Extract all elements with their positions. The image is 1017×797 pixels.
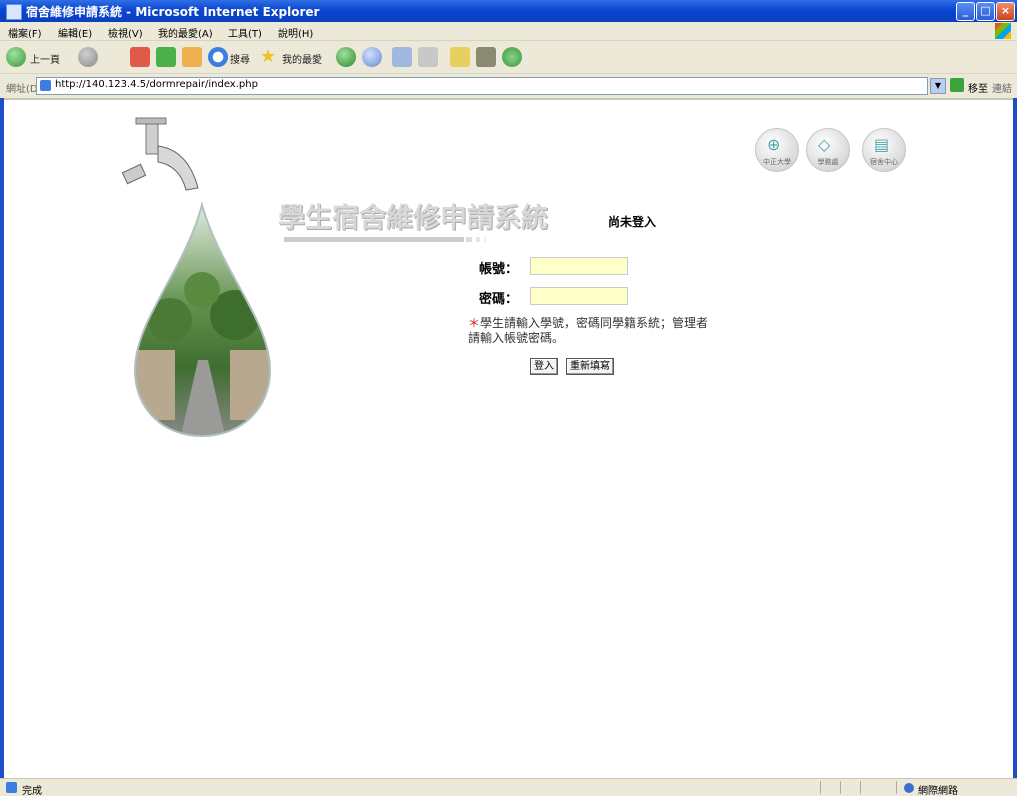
faucet-icon (121, 117, 199, 191)
university-link-button[interactable]: ⊕ 中正大學 (755, 128, 799, 172)
go-button[interactable]: 移至 (968, 80, 988, 95)
folder-icon (450, 47, 470, 67)
forward-button[interactable] (78, 47, 108, 67)
university-caption: 中正大學 (763, 158, 791, 166)
reset-button[interactable]: 重新填寫 (566, 358, 614, 375)
media-icon (336, 47, 356, 67)
status-bar: 完成 網際網路 (0, 778, 1017, 797)
links-button[interactable]: 連結 (992, 80, 1012, 95)
menu-bar: 檔案(F) 編輯(E) 檢視(V) 我的最愛(A) 工具(T) 說明(H) (0, 22, 1017, 41)
login-button[interactable]: 登入 (530, 358, 558, 375)
stop-button[interactable] (130, 47, 150, 67)
printer-icon (418, 47, 438, 67)
discuss-button[interactable] (476, 47, 496, 67)
back-label: 上一頁 (30, 55, 60, 66)
home-button[interactable] (182, 47, 202, 67)
internet-zone-icon (904, 783, 914, 793)
go-arrow-icon[interactable] (950, 78, 964, 92)
hint-text: 學生請輸入學號，密碼同學籍系統；管理者請輸入帳號密碼。 (468, 316, 709, 345)
login-status: 尚未登入 (608, 215, 657, 229)
close-button[interactable]: × (996, 2, 1015, 21)
site-title: 學生宿舍維修申請系統 (278, 203, 548, 234)
hint-star: ＊ (468, 316, 481, 330)
refresh-button[interactable] (156, 47, 176, 67)
address-url: http://140.123.4.5/dormrepair/index.php (55, 79, 258, 90)
menu-favorites[interactable]: 我的最愛(A) (158, 25, 213, 40)
title-bar: 宿舍維修申請系統 - Microsoft Internet Explorer _… (0, 0, 1017, 22)
menu-edit[interactable]: 編輯(E) (58, 25, 92, 40)
password-input[interactable] (530, 287, 628, 305)
university-icon: ⊕ (767, 135, 781, 154)
status-separator (820, 781, 821, 794)
account-label: 帳號： (479, 262, 519, 277)
favorites-button[interactable]: ★ 我的最愛 (260, 47, 330, 67)
history-button[interactable] (362, 47, 390, 67)
history-icon (362, 47, 382, 67)
forward-arrow-icon (78, 47, 98, 67)
menu-tools[interactable]: 工具(T) (228, 25, 262, 40)
book-icon (476, 47, 496, 67)
star-icon: ★ (260, 46, 277, 67)
menu-help[interactable]: 說明(H) (278, 25, 313, 40)
windows-logo-icon (995, 23, 1011, 39)
back-arrow-icon (6, 47, 26, 67)
student-affairs-caption: 學務處 (817, 158, 839, 166)
status-separator (896, 781, 897, 794)
graduation-cap-icon: ◇ (818, 135, 831, 154)
dorm-center-link-button[interactable]: ▤ 宿舍中心 (862, 128, 906, 172)
minimize-button[interactable]: _ (956, 2, 975, 21)
messenger-button[interactable] (502, 47, 522, 67)
water-drop-image (133, 201, 272, 438)
favorites-label: 我的最愛 (282, 55, 322, 66)
menu-view[interactable]: 檢視(V) (108, 25, 143, 40)
calculator-icon: ▤ (874, 135, 890, 154)
mail-button[interactable] (392, 47, 412, 67)
page-icon (40, 80, 51, 91)
status-separator (860, 781, 861, 794)
dorm-center-caption: 宿舍中心 (870, 158, 898, 166)
title-underline-decoration (284, 237, 486, 242)
account-input[interactable] (530, 257, 628, 275)
password-label: 密碼： (479, 292, 519, 307)
maximize-button[interactable]: □ (976, 2, 995, 21)
print-button[interactable] (418, 47, 446, 67)
messenger-icon (502, 47, 522, 67)
mail-icon (392, 47, 412, 67)
refresh-icon (156, 47, 176, 67)
address-input[interactable]: http://140.123.4.5/dormrepair/index.php (36, 77, 928, 95)
menu-file[interactable]: 檔案(F) (8, 25, 42, 40)
search-button[interactable]: 搜尋 (208, 47, 254, 67)
toolbar: 上一頁 搜尋 ★ 我的最愛 (0, 41, 1017, 74)
media-button[interactable] (336, 47, 356, 67)
back-button[interactable]: 上一頁 (6, 47, 68, 67)
window-title: 宿舍維修申請系統 - Microsoft Internet Explorer (26, 5, 320, 19)
address-dropdown-icon[interactable]: ▼ (930, 78, 946, 94)
ie-page-icon (6, 4, 22, 20)
search-icon (208, 47, 228, 67)
status-separator (840, 781, 841, 794)
edit-button[interactable] (450, 47, 470, 67)
login-hint: ＊學生請輸入學號，密碼同學籍系統；管理者請輸入帳號密碼。 (468, 316, 718, 346)
window-frame-right (1013, 98, 1017, 778)
stop-icon (130, 47, 150, 67)
status-page-icon (6, 782, 17, 793)
search-label: 搜尋 (230, 55, 250, 66)
student-affairs-link-button[interactable]: ◇ 學務處 (806, 128, 850, 172)
home-icon (182, 47, 202, 67)
address-bar: 網址(D) http://140.123.4.5/dormrepair/inde… (0, 74, 1017, 100)
